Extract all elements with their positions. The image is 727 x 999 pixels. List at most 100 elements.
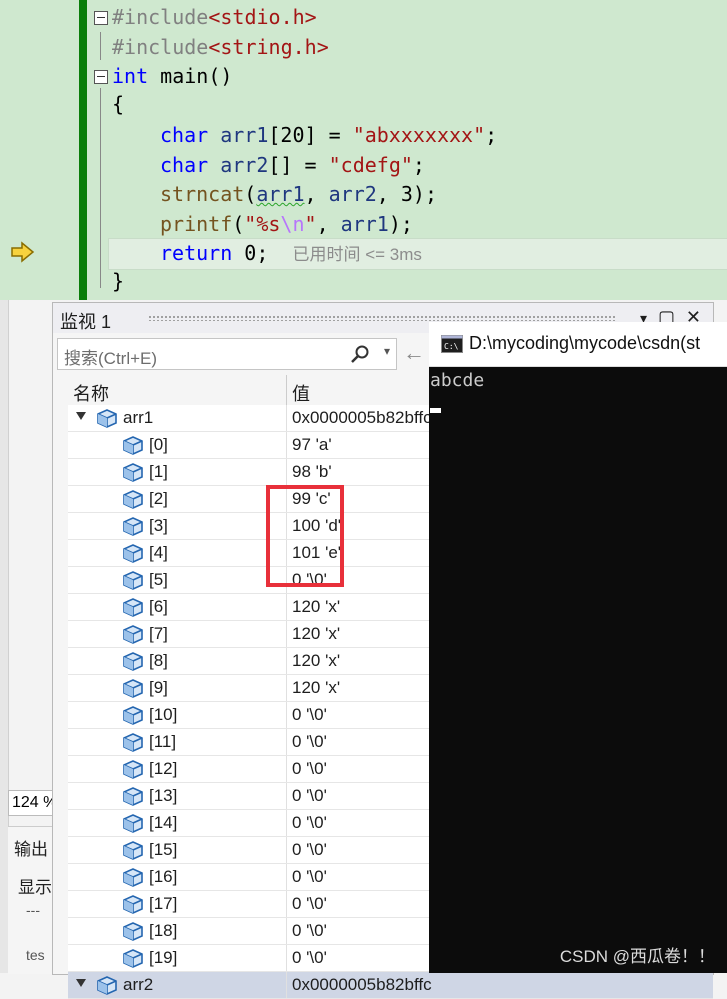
code-line-9[interactable]: return 0; 已用时间 <= 3ms [160,238,422,268]
command-prompt-icon: C:\ [441,335,463,353]
watch-item-name: [2] [149,489,168,508]
code-text: [20] = [268,123,353,147]
column-separator[interactable] [286,375,287,405]
cell-separator [286,621,287,647]
include-header: <stdio.h> [208,5,317,29]
variable-cube-icon [123,544,143,563]
keyword: int [112,64,149,88]
search-back-arrow-icon[interactable]: ← [403,340,425,366]
watch-item-value[interactable]: 0 '\0' [292,840,327,860]
watch-item-name: [8] [149,651,168,670]
watch-item-name: [3] [149,516,168,535]
identifier: arr2 [208,153,269,177]
code-text: [] = [268,153,329,177]
variable-cube-icon [97,976,117,995]
code-line-8[interactable]: printf("%s\n", arr1); [160,209,413,239]
output-show-label: 显示 [18,878,52,897]
code-text: ( [244,182,257,206]
watch-item-name: [19] [149,948,178,967]
current-instruction-arrow-icon [11,241,35,263]
code-text: , [316,212,341,236]
search-icon[interactable] [350,344,370,364]
brace: } [112,269,125,293]
watch-item-name: [13] [149,786,178,805]
cell-separator [286,756,287,782]
cell-separator [286,648,287,674]
cell-separator [286,432,287,458]
watch-item-value[interactable]: 97 'a' [292,435,332,455]
collapse-expander-icon[interactable] [76,412,86,420]
variable-cube-icon [97,409,117,428]
watch-item-value[interactable]: 120 'x' [292,597,340,617]
search-placeholder: 搜索(Ctrl+E) [64,349,158,368]
code-line-5[interactable]: char arr1[20] = "abxxxxxxx"; [160,120,497,150]
variable-cube-icon [123,949,143,968]
code-line-3[interactable]: int main() [94,61,232,91]
code-line-1[interactable]: #include<stdio.h> [94,2,317,32]
watch-item-name: [17] [149,894,178,913]
code-text: ; [485,123,498,147]
watch-item-value[interactable]: 0 '\0' [292,813,327,833]
watch-item-name: [4] [149,543,168,562]
identifier: arr1 [208,123,269,147]
code-editor[interactable]: #include<stdio.h> #include<string.h> int… [0,0,727,300]
variable-cube-icon [123,625,143,644]
keyword: char [160,123,209,147]
title-grip[interactable] [148,315,617,321]
watch-item-name: [12] [149,759,178,778]
variable-cube-icon [123,733,143,752]
watch-item-name: [15] [149,840,178,859]
output-tab[interactable]: 输出 [14,835,48,860]
watch-item-value[interactable]: 120 'x' [292,651,340,671]
console-output-text: abcde [430,370,485,391]
collapse-icon[interactable] [94,11,108,25]
code-line-10[interactable]: } [112,266,124,296]
watch-item-value[interactable]: 0 '\0' [292,894,327,914]
change-tracking-bar [79,0,87,300]
cell-separator [286,459,287,485]
column-header-name[interactable]: 名称 [73,380,109,406]
watch-item-name: [16] [149,867,178,886]
code-line-2[interactable]: #include<string.h> [112,32,329,62]
variable-cube-icon [123,652,143,671]
collapse-expander-icon[interactable] [76,979,86,987]
watch-item-value[interactable]: 120 'x' [292,624,340,644]
string-literal: "abxxxxxxx" [352,123,486,147]
cell-separator [286,891,287,917]
watch-row-arr2[interactable]: arr2 0x0000005b82bffc [68,972,713,999]
watch-item-value[interactable]: 0 '\0' [292,948,327,968]
code-text: , [304,182,329,206]
collapse-icon[interactable] [94,70,108,84]
watch-item-value[interactable]: 0x0000005b82bffc [292,408,432,428]
watch-item-value[interactable]: 120 'x' [292,678,340,698]
variable-cube-icon [123,760,143,779]
variable-cube-icon [123,706,143,725]
keyword: return [160,241,233,265]
console-window[interactable]: C:\ D:\mycoding\mycode\csdn(st abcde CSD… [429,322,727,973]
watch-search-input[interactable]: 搜索(Ctrl+E) ▾ [57,338,397,370]
watch-item-value[interactable]: 0 '\0' [292,867,327,887]
watch-item-value[interactable]: 0 '\0' [292,759,327,779]
function-name: printf [160,212,233,236]
watch-item-value[interactable]: 98 'b' [292,462,332,482]
watch-item-value[interactable]: 0 '\0' [292,921,327,941]
include-header: <string.h> [208,35,329,59]
watch-item-value[interactable]: 0 '\0' [292,732,327,752]
watch-item-value[interactable]: 0x0000005b82bffc [292,975,432,995]
code-line-6[interactable]: char arr2[] = "cdefg"; [160,150,425,180]
column-header-value[interactable]: 值 [292,380,310,406]
console-title-bar[interactable]: C:\ D:\mycoding\mycode\csdn(st [429,322,727,367]
watch-item-name: arr1 [123,408,154,427]
variable-cube-icon [123,598,143,617]
cell-separator [286,405,287,431]
code-line-7[interactable]: strncat(arr1, arr2, 3); [160,179,437,209]
escape-sequence: \n [280,212,305,236]
code-line-4[interactable]: { [112,89,124,119]
cell-separator [286,945,287,971]
cell-separator [286,594,287,620]
annotation-highlight-box [266,485,344,587]
search-options-dropdown-icon[interactable]: ▾ [384,344,390,358]
watch-item-value[interactable]: 0 '\0' [292,786,327,806]
watch-item-value[interactable]: 0 '\0' [292,705,327,725]
variable-cube-icon [123,436,143,455]
